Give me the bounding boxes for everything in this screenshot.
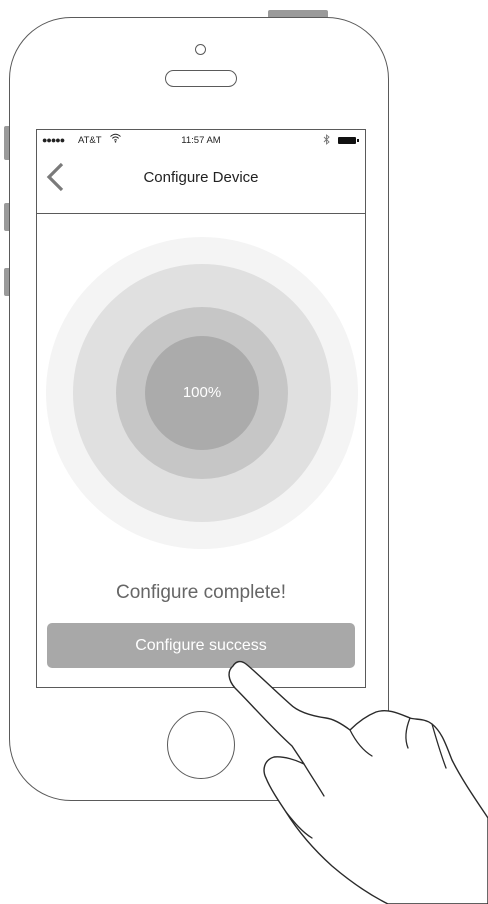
earpiece-speaker bbox=[165, 70, 237, 87]
page-title: Configure Device bbox=[143, 169, 259, 186]
status-message: Configure complete! bbox=[115, 582, 287, 603]
status-bar: ●●●●● AT&T 11:57 AM bbox=[37, 130, 365, 150]
configure-success-button[interactable]: Configure success bbox=[47, 623, 355, 668]
status-time: 11:57 AM bbox=[181, 135, 221, 146]
progress-percent: 100% bbox=[182, 384, 222, 401]
front-camera bbox=[195, 44, 206, 55]
phone-screen: ●●●●● AT&T 11:57 AM Configure Device 100… bbox=[36, 129, 366, 688]
battery-icon bbox=[338, 137, 359, 144]
navigation-bar: Configure Device bbox=[37, 150, 365, 214]
bluetooth-icon bbox=[323, 134, 330, 147]
home-button[interactable] bbox=[167, 711, 235, 779]
